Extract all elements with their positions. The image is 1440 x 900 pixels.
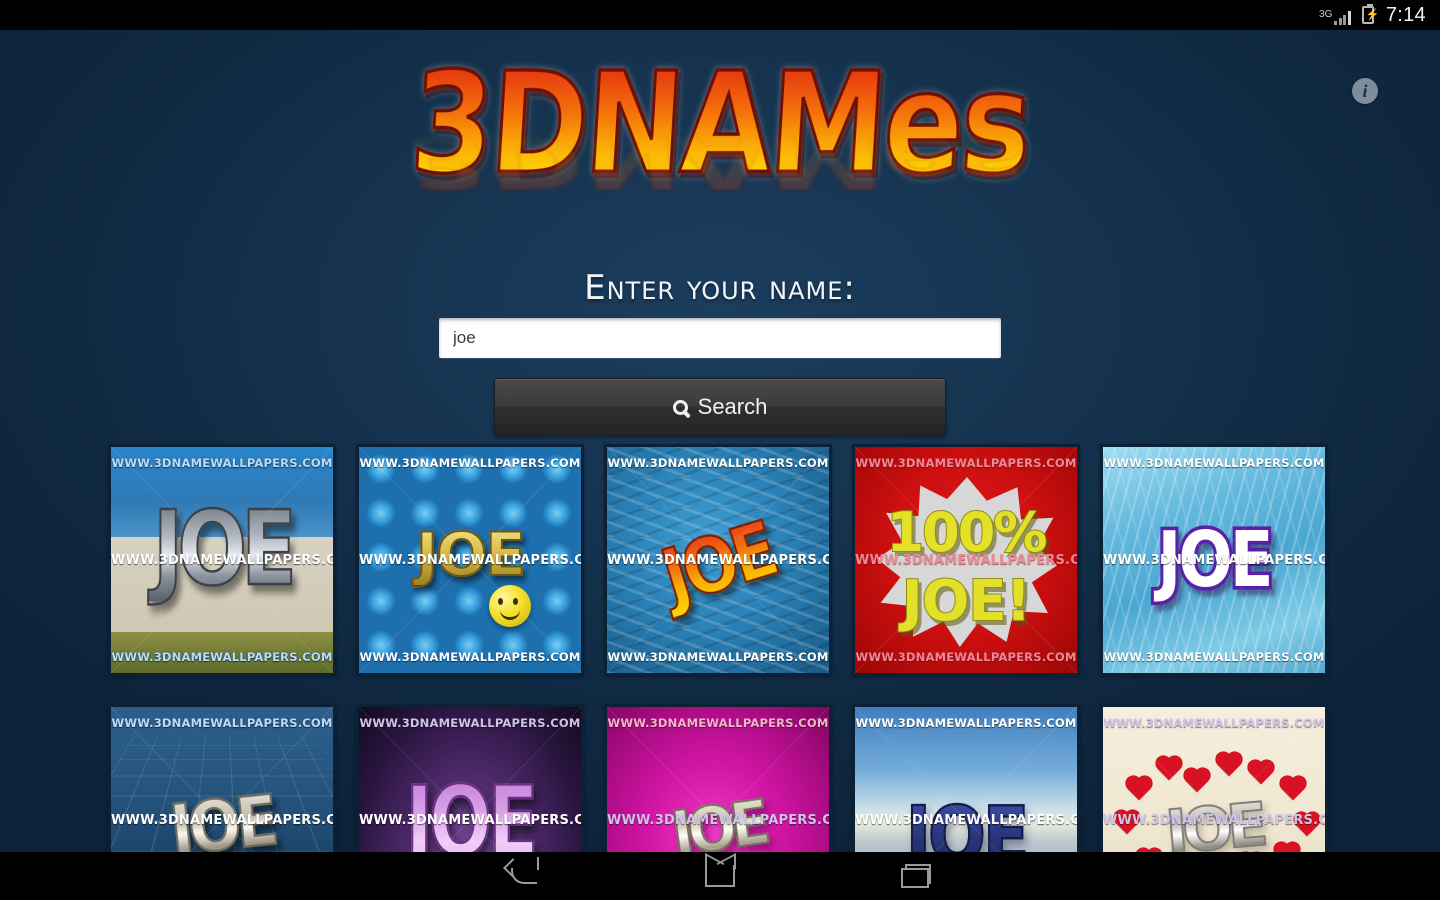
- wallpaper-thumbnail: JOE: [1103, 707, 1325, 852]
- search-button[interactable]: Search: [494, 378, 946, 436]
- network-status: 3G: [1319, 5, 1351, 25]
- android-navigation-bar: [0, 852, 1440, 900]
- results-grid: JOE WWW.3DNAMEWALLPAPERS.COM WWW.3DNAMEW…: [108, 444, 1332, 852]
- wallpaper-thumbnail: JOE: [1103, 447, 1325, 673]
- tile-word-line1: 100%: [886, 500, 1049, 565]
- wallpaper-thumbnail: JOE: [607, 707, 829, 852]
- result-tile[interactable]: 100% JOE! WWW.3DNAMEWALLPAPERS.COM WWW.3…: [852, 444, 1080, 676]
- result-tile[interactable]: JOE WWW.3DNAMEWALLPAPERS.COM WWW.3DNAMEW…: [108, 704, 336, 852]
- tile-word: JOE: [607, 782, 829, 852]
- app-logo: 3DNAMes 3DNAMes: [0, 40, 1440, 248]
- heart-icon: [1275, 843, 1299, 852]
- page-title: Enter your name:: [584, 268, 856, 308]
- result-tile[interactable]: JOE WWW.3DNAMEWALLPAPERS.COM WWW.3DNAMEW…: [356, 444, 584, 676]
- heart-icon: [1157, 757, 1181, 781]
- wallpaper-thumbnail: JOE: [111, 707, 333, 852]
- tile-word: JOE: [111, 497, 333, 602]
- nav-home-button[interactable]: [692, 856, 748, 896]
- nav-back-button[interactable]: [496, 856, 552, 896]
- tile-word-line2: JOE!: [901, 568, 1032, 635]
- heart-icon: [1249, 761, 1273, 785]
- heart-icon: [1185, 769, 1209, 793]
- battery-charging-icon: ⚡: [1361, 4, 1380, 24]
- wallpaper-thumbnail: 100% JOE!: [855, 447, 1077, 673]
- recent-apps-icon: [901, 864, 931, 888]
- result-tile[interactable]: JOE WWW.3DNAMEWALLPAPERS.COM WWW.3DNAMEW…: [1100, 444, 1328, 676]
- heart-icon: [1127, 777, 1151, 801]
- search-icon: [672, 399, 688, 415]
- result-tile[interactable]: JOE WWW.3DNAMEWALLPAPERS.COM WWW.3DNAMEW…: [604, 704, 832, 852]
- tile-word: JOE: [1155, 516, 1277, 606]
- name-search-input[interactable]: [439, 318, 1001, 358]
- wallpaper-thumbnail: JOE: [111, 447, 333, 673]
- wallpaper-thumbnail: JOE: [359, 447, 581, 673]
- device-screen: 3G ⚡ 7:14 i 3DNAMes 3DNAMes Enter your n…: [0, 0, 1440, 900]
- result-tile[interactable]: JOE WWW.3DNAMEWALLPAPERS.COM WWW.3DNAMEW…: [1100, 704, 1328, 852]
- result-tile[interactable]: JOE WWW.3DNAMEWALLPAPERS.COM WWW.3DNAMEW…: [852, 704, 1080, 852]
- tile-word: JOE: [359, 524, 581, 586]
- logo-reflection: 3DNAMes: [401, 117, 1030, 205]
- wallpaper-thumbnail: JOE: [855, 707, 1077, 852]
- app-content: i 3DNAMes 3DNAMes Enter your name: Searc…: [0, 30, 1440, 852]
- clock: 7:14: [1385, 3, 1426, 26]
- result-tile[interactable]: JOE WWW.3DNAMEWALLPAPERS.COM WWW.3DNAMEW…: [108, 444, 336, 676]
- status-bar: 3G ⚡ 7:14: [0, 0, 1440, 30]
- home-icon: [705, 865, 735, 887]
- tile-word: JOE: [855, 796, 1077, 852]
- back-arrow-icon: [511, 857, 539, 884]
- result-tile[interactable]: JOE WWW.3DNAMEWALLPAPERS.COM WWW.3DNAMEW…: [356, 704, 584, 852]
- result-tile[interactable]: JOE WWW.3DNAMEWALLPAPERS.COM WWW.3DNAMEW…: [604, 444, 832, 676]
- search-button-label: Search: [697, 394, 768, 419]
- network-type-label: 3G: [1319, 9, 1333, 20]
- wallpaper-thumbnail: JOE: [359, 707, 581, 852]
- tile-word: JOE: [359, 773, 581, 852]
- heart-icon: [1217, 753, 1241, 777]
- nav-recents-button[interactable]: [888, 856, 944, 896]
- wallpaper-thumbnail: JOE: [607, 447, 829, 673]
- signal-strength-icon: [1334, 9, 1351, 25]
- smiley-face-icon: [489, 585, 531, 627]
